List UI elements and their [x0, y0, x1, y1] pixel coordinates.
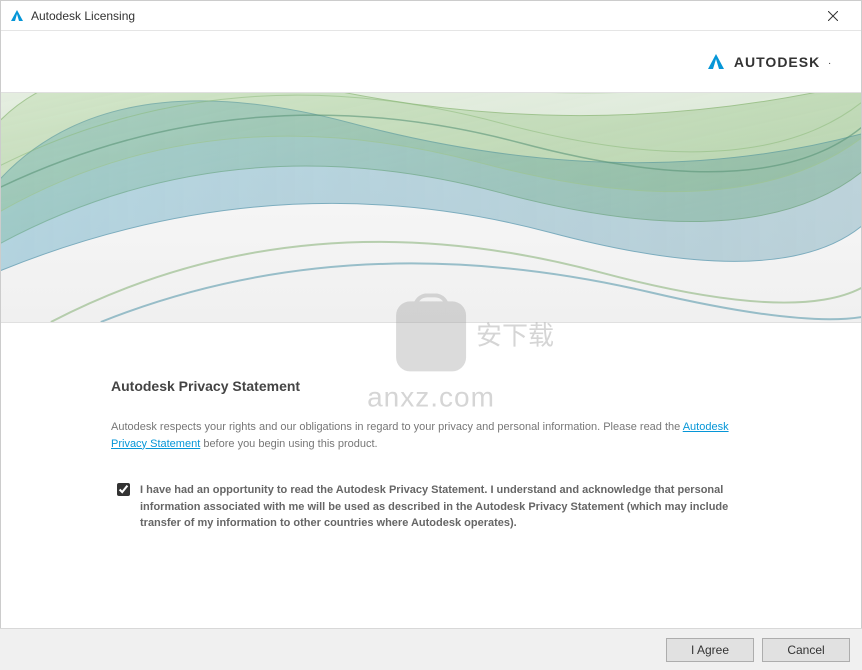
header: AUTODESK.: [1, 31, 861, 93]
autodesk-logo-icon: [706, 52, 726, 72]
app-icon: [9, 8, 25, 24]
close-button[interactable]: [813, 2, 853, 30]
intro-text-before: Autodesk respects your rights and our ob…: [111, 421, 683, 433]
privacy-intro: Autodesk respects your rights and our ob…: [111, 419, 751, 452]
agree-button[interactable]: I Agree: [666, 638, 754, 662]
consent-row: I have had an opportunity to read the Au…: [117, 482, 751, 532]
titlebar: Autodesk Licensing: [1, 1, 861, 31]
consent-checkbox[interactable]: [117, 483, 130, 496]
intro-text-after: before you begin using this product.: [200, 438, 377, 450]
autodesk-logo-text: AUTODESK: [734, 54, 820, 70]
window-title: Autodesk Licensing: [31, 9, 813, 23]
cancel-button[interactable]: Cancel: [762, 638, 850, 662]
privacy-heading: Autodesk Privacy Statement: [111, 378, 751, 394]
banner-image: [1, 93, 861, 323]
content-area: Autodesk Privacy Statement Autodesk resp…: [1, 323, 861, 552]
autodesk-logo: AUTODESK.: [706, 52, 831, 72]
consent-text: I have had an opportunity to read the Au…: [140, 482, 751, 532]
footer: I Agree Cancel: [0, 628, 862, 670]
